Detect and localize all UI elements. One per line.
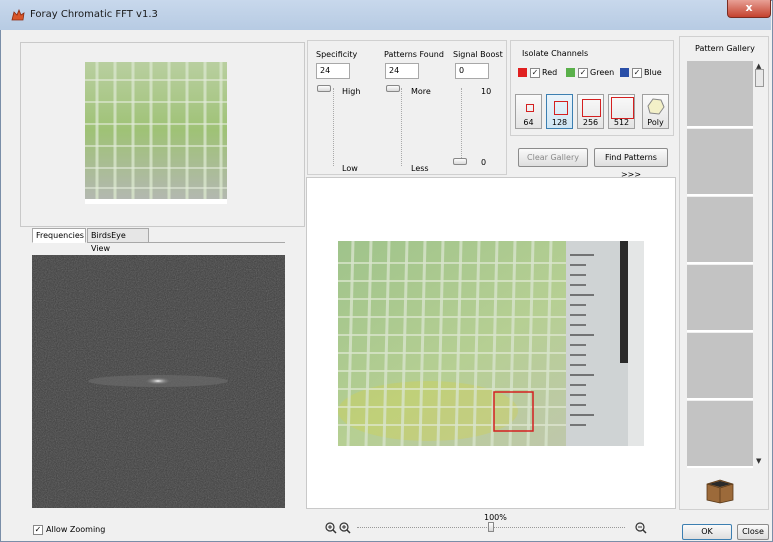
size-256-button[interactable]: 256	[577, 94, 604, 129]
tab-divider	[149, 242, 285, 243]
signal-boost-label: Signal Boost	[453, 50, 503, 59]
specificity-low-label: Low	[342, 164, 358, 173]
size-512-label: 512	[613, 118, 630, 127]
signal-boost-min-label: 0	[481, 158, 487, 167]
gallery-cell[interactable]	[687, 401, 753, 468]
main-image	[338, 241, 644, 446]
gallery-cell[interactable]	[687, 333, 753, 400]
green-swatch	[566, 68, 575, 77]
gallery-scrollbar-thumb[interactable]	[755, 69, 764, 87]
zoom-percent-label: 100%	[484, 513, 507, 522]
preview-image	[85, 62, 227, 204]
size-poly-button[interactable]: Poly	[642, 94, 669, 129]
app-icon	[11, 9, 25, 21]
size-256-icon	[582, 99, 601, 117]
signal-boost-max-label: 10	[481, 87, 492, 96]
specificity-high-label: High	[342, 87, 361, 96]
size-256-label: 256	[582, 118, 599, 127]
isolate-channels-label: Isolate Channels	[522, 49, 589, 58]
size-128-label: 128	[551, 118, 568, 127]
specificity-slider-thumb[interactable]	[317, 85, 331, 92]
patterns-slider-thumb[interactable]	[386, 85, 400, 92]
size-64-label: 64	[523, 118, 534, 127]
gallery-cell[interactable]	[687, 129, 753, 196]
clear-gallery-button[interactable]: Clear Gallery	[518, 148, 588, 167]
patterns-slider-track	[401, 88, 406, 166]
size-128-icon	[554, 101, 568, 115]
patterns-found-label: Patterns Found	[384, 50, 444, 59]
red-swatch	[518, 68, 527, 77]
tab-frequencies[interactable]: Frequencies	[32, 228, 86, 243]
zoom-in-icon[interactable]	[338, 521, 352, 534]
size-poly-label: Poly	[647, 118, 664, 127]
size-64-button[interactable]: 64	[515, 94, 542, 129]
signal-boost-input[interactable]: 0	[455, 63, 489, 79]
specificity-label: Specificity	[316, 50, 358, 59]
blue-channel-label: Blue	[644, 68, 662, 77]
title-bar: Foray Chromatic FFT v1.3 x	[0, 0, 771, 30]
allow-zooming-label: Allow Zooming	[46, 525, 106, 534]
red-channel-label: Red	[542, 68, 558, 77]
size-512-icon	[611, 97, 634, 119]
green-channel-label: Green	[590, 68, 615, 77]
main-image-view[interactable]	[306, 177, 676, 509]
frequency-spectrum-image	[32, 255, 285, 508]
pattern-gallery-title: Pattern Gallery	[695, 44, 755, 53]
preview-panel	[20, 42, 305, 227]
gallery-scrollbar[interactable]: ▲ ▼	[753, 61, 767, 469]
zoom-slider-thumb[interactable]	[488, 522, 494, 532]
window-close-button[interactable]: x	[727, 0, 771, 18]
size-128-button[interactable]: 128	[546, 94, 573, 129]
scroll-down-icon[interactable]: ▼	[756, 457, 761, 465]
ok-button[interactable]: OK	[682, 524, 732, 540]
allow-zooming-checkbox[interactable]: ✓	[33, 525, 43, 535]
window-title: Foray Chromatic FFT v1.3	[30, 9, 158, 20]
pattern-gallery-list	[687, 61, 753, 469]
patterns-less-label: Less	[411, 164, 429, 173]
green-channel-checkbox[interactable]: ✓	[578, 68, 588, 78]
gallery-cell[interactable]	[687, 61, 753, 128]
size-512-button[interactable]: 512	[608, 94, 635, 129]
specificity-input[interactable]: 24	[316, 63, 350, 79]
box-icon[interactable]	[703, 476, 737, 504]
gallery-cell[interactable]	[687, 265, 753, 332]
signal-boost-slider-thumb[interactable]	[453, 158, 467, 165]
blue-channel-checkbox[interactable]: ✓	[632, 68, 642, 78]
size-64-icon	[526, 104, 534, 112]
red-channel-checkbox[interactable]: ✓	[530, 68, 540, 78]
gallery-cell[interactable]	[687, 197, 753, 264]
signal-boost-slider-track	[461, 88, 466, 164]
patterns-found-input[interactable]: 24	[385, 63, 419, 79]
blue-swatch	[620, 68, 629, 77]
specificity-slider-track	[333, 88, 338, 166]
zoom-out-icon[interactable]	[634, 521, 648, 534]
tab-birdseye-view[interactable]: BirdsEye View	[87, 228, 149, 253]
polygon-icon	[647, 98, 665, 115]
zoom-fit-icon[interactable]	[324, 521, 338, 534]
find-patterns-button[interactable]: Find Patterns >>>	[594, 148, 668, 179]
close-button[interactable]: Close	[737, 524, 769, 540]
patterns-more-label: More	[411, 87, 431, 96]
